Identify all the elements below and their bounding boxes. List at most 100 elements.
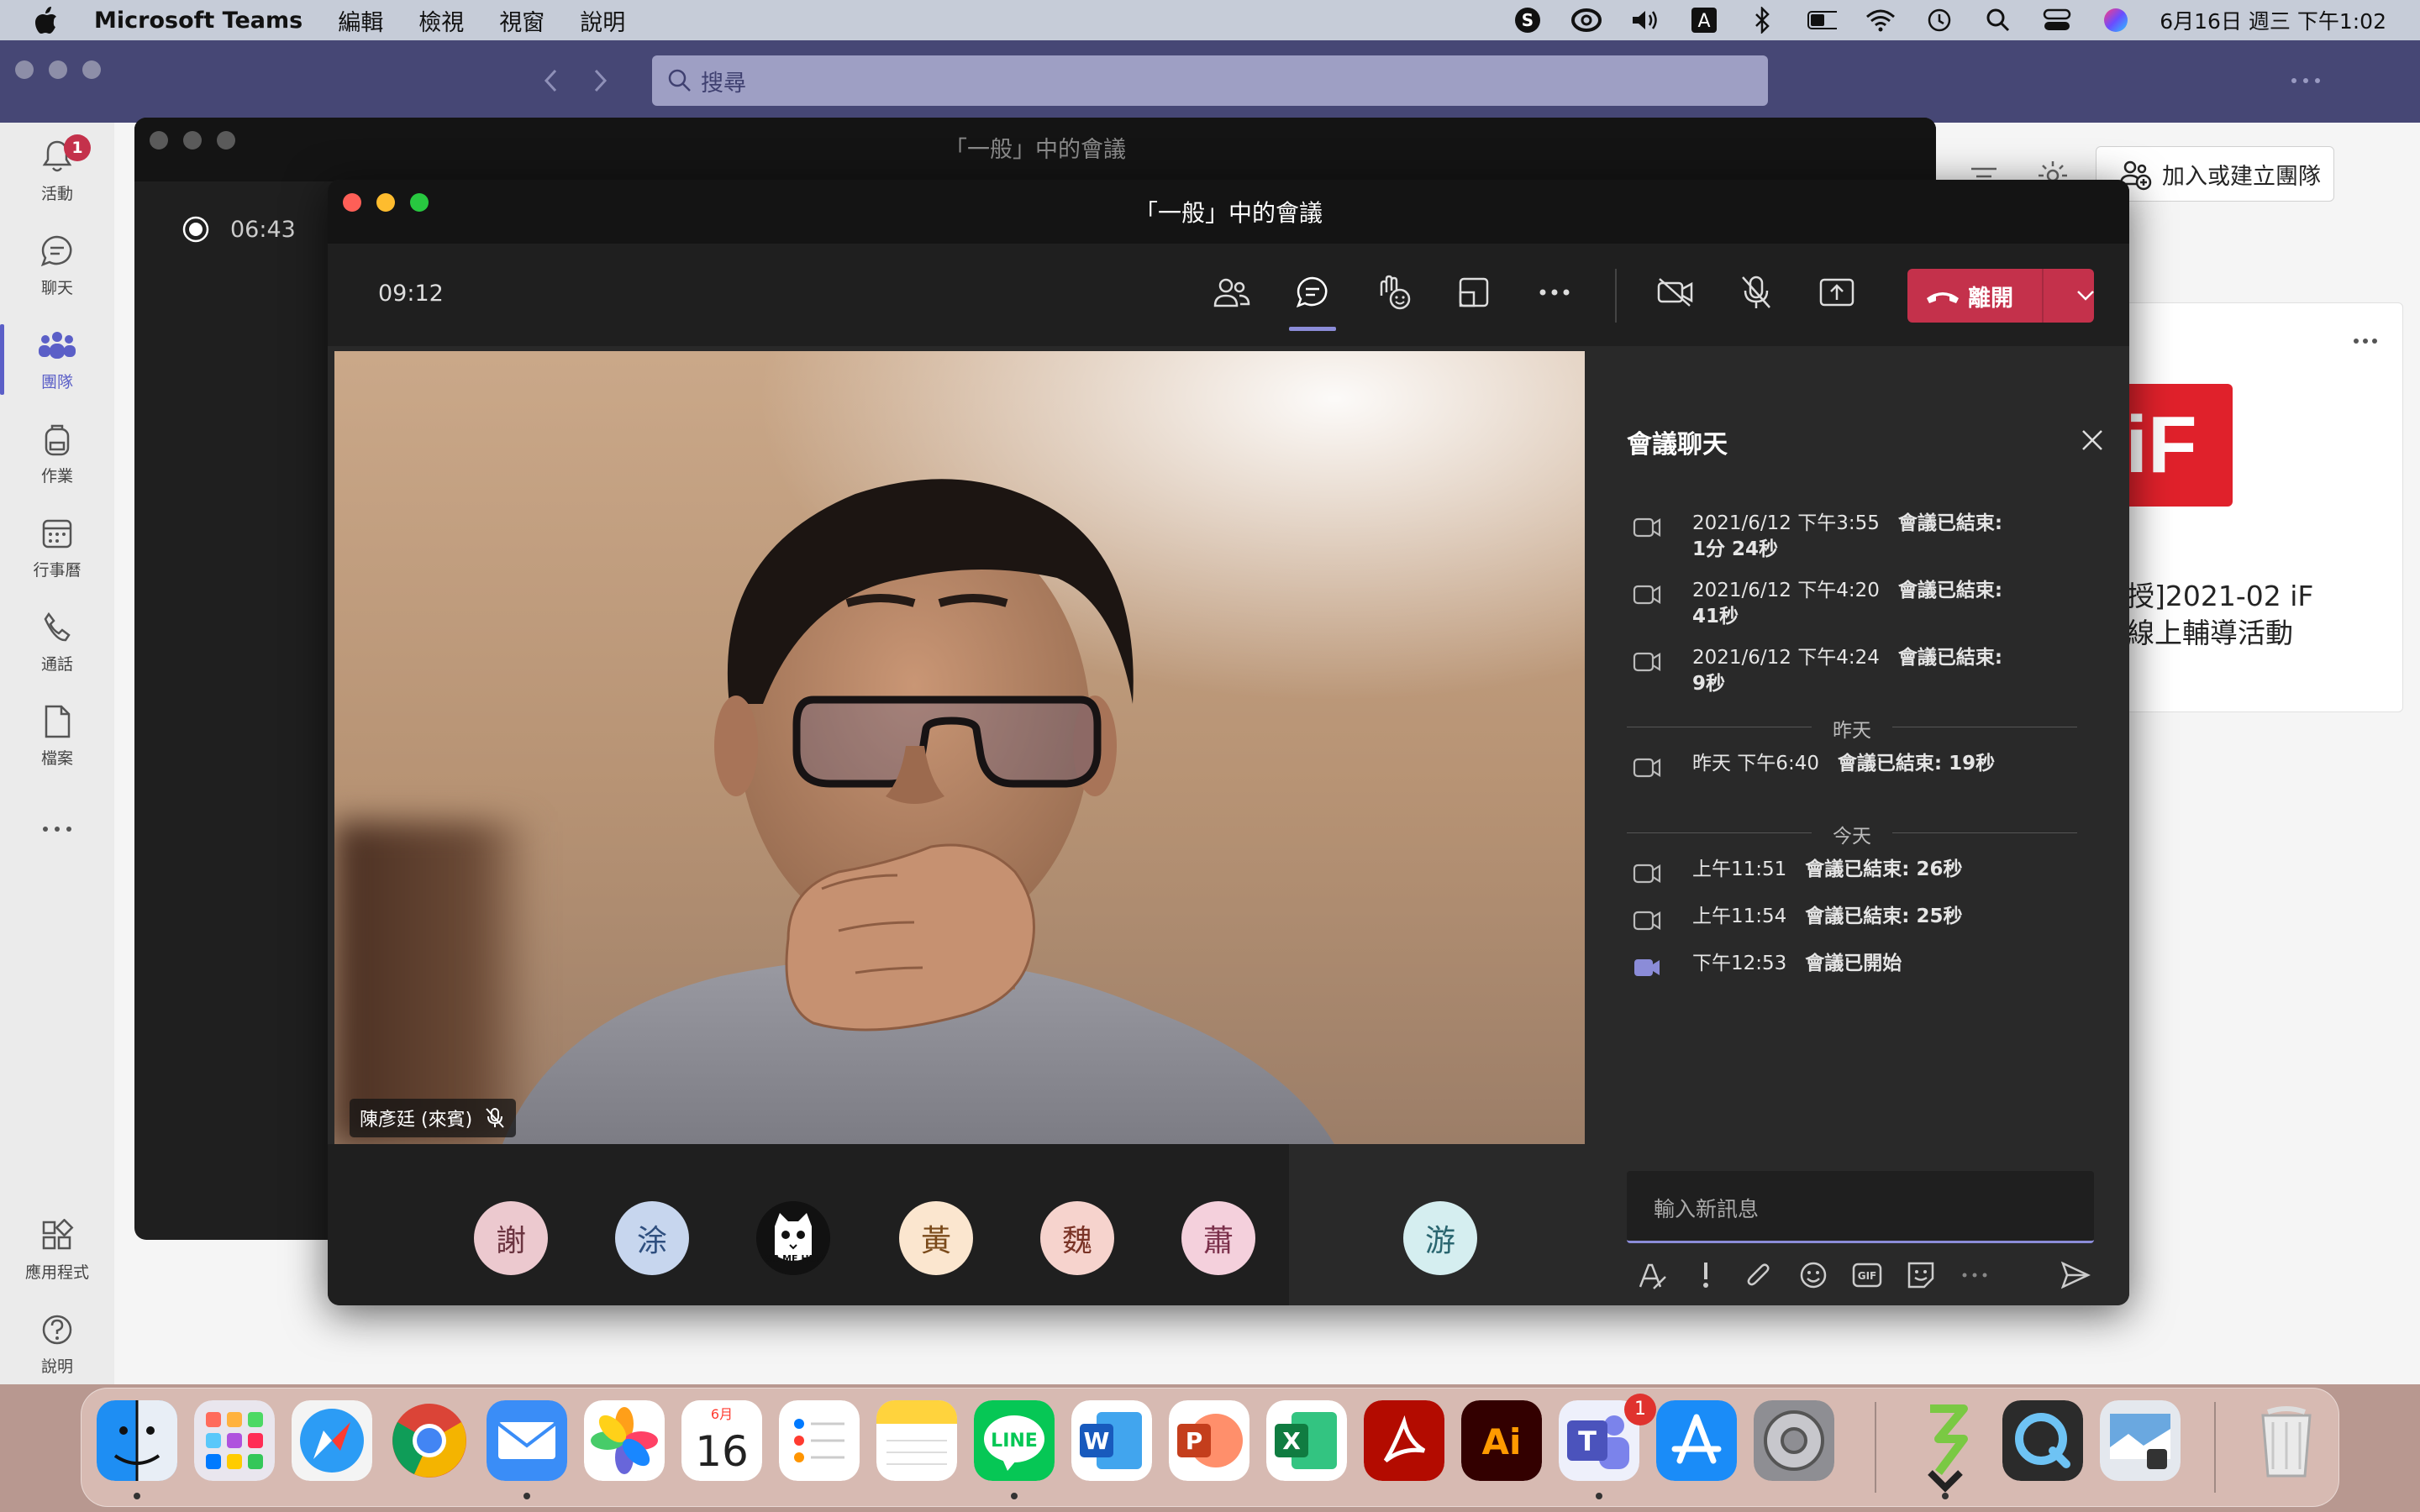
chat-event: 上午11:54 會議已結束: 25秒 [1630, 904, 2101, 937]
apple-icon[interactable] [32, 6, 60, 34]
team-card[interactable]: iF 授]2021-02 iF 線上輔導活動 [2118, 302, 2403, 712]
dock-launchpad-icon[interactable] [194, 1400, 275, 1481]
menu-view[interactable]: 檢視 [418, 4, 464, 37]
rail-more[interactable] [0, 803, 114, 853]
participant-avatar[interactable]: 涂 [615, 1201, 689, 1275]
dock-notes-icon[interactable] [876, 1400, 957, 1481]
chevron-down-icon[interactable] [2069, 279, 2102, 312]
chat-title: 會議聊天 [1627, 430, 1728, 459]
rail-item-files[interactable]: 檔案 [0, 696, 114, 780]
rail-item-apps[interactable]: 應用程式 [0, 1210, 114, 1294]
participant-avatar[interactable]: 黃 [899, 1201, 973, 1275]
battery-icon[interactable] [1807, 5, 1838, 35]
dock-system-preferences-icon[interactable] [1754, 1400, 1834, 1481]
menu-help[interactable]: 說明 [580, 4, 625, 37]
dock-separator [1875, 1402, 1876, 1493]
control-center-icon[interactable] [2042, 5, 2072, 35]
rail-label: 作業 [40, 467, 73, 486]
minimize-window-button[interactable] [49, 60, 67, 79]
gif-icon[interactable]: GIF [1850, 1258, 1884, 1292]
reactions-icon[interactable] [1366, 265, 1420, 319]
rail-item-activity[interactable]: 1 活動 [0, 131, 114, 215]
dock-mail-icon[interactable] [487, 1400, 567, 1481]
rail-item-help[interactable]: 說明 [0, 1304, 114, 1388]
rail-item-assignments[interactable]: 作業 [0, 413, 114, 497]
menu-edit[interactable]: 編輯 [338, 4, 383, 37]
close-window-button[interactable] [15, 60, 34, 79]
important-icon[interactable] [1689, 1258, 1723, 1292]
participants-icon[interactable] [1205, 265, 1259, 319]
svg-text:P: P [1186, 1427, 1203, 1455]
dock-safari-icon[interactable] [292, 1400, 372, 1481]
participant-avatar[interactable]: 魏 [1040, 1201, 1114, 1275]
attach-icon[interactable] [1743, 1258, 1776, 1292]
rail-item-teams[interactable]: 團隊 [0, 319, 114, 403]
dock-reminders-icon[interactable] [779, 1400, 860, 1481]
search-bar[interactable]: 搜尋 [652, 55, 1768, 106]
emoji-icon[interactable] [1797, 1258, 1830, 1292]
time-machine-icon[interactable] [1924, 5, 1954, 35]
dock-acrobat-icon[interactable] [1364, 1400, 1444, 1481]
more-actions-icon[interactable] [1528, 265, 1581, 319]
close-icon[interactable] [2077, 425, 2107, 455]
dock-word-icon[interactable]: W [1071, 1400, 1152, 1481]
event-status: 會議已結束: 25秒 [1805, 906, 1963, 927]
dock-finder-icon[interactable] [97, 1400, 177, 1481]
window-title-bar: 「一般」中的會議 [134, 118, 1936, 181]
dock-excel-icon[interactable]: X [1266, 1400, 1347, 1481]
dock-calendar-icon[interactable]: 6月 16 [681, 1400, 762, 1481]
message-input[interactable]: 輸入新訊息 [1627, 1171, 2094, 1243]
back-arrow-icon[interactable] [538, 66, 563, 96]
chat-event: 昨天 下午6:40 會議已結束: 19秒 [1630, 751, 2101, 785]
camera-off-icon[interactable] [1649, 265, 1702, 319]
sticker-icon[interactable] [1904, 1258, 1938, 1292]
dock-photos-icon[interactable] [584, 1400, 665, 1481]
send-icon[interactable] [2059, 1258, 2092, 1292]
chat-icon [38, 230, 76, 272]
volume-icon[interactable] [1630, 5, 1660, 35]
more-options-icon[interactable] [2286, 64, 2326, 97]
menu-clock[interactable]: 6月16日 週三 下午1:02 [2160, 5, 2386, 35]
input-method-icon[interactable]: A [1689, 5, 1719, 35]
window-title-bar: 「一般」中的會議 [328, 180, 2129, 244]
dock-preview-icon[interactable] [2100, 1400, 2181, 1481]
dock-app-store-icon[interactable] [1656, 1400, 1737, 1481]
card-more-icon[interactable] [2349, 328, 2382, 354]
participant-avatar[interactable]: 謝 [474, 1201, 548, 1275]
svg-text:S: S [1522, 10, 1534, 30]
rail-item-calls[interactable]: 通話 [0, 601, 114, 685]
siri-icon[interactable] [2101, 5, 2131, 35]
dock-chrome-icon[interactable] [389, 1400, 470, 1481]
dock-quicktime-icon[interactable] [2002, 1400, 2083, 1481]
skype-icon[interactable]: S [1512, 5, 1543, 35]
participant-avatar[interactable]: 游 [1403, 1201, 1477, 1275]
forward-arrow-icon[interactable] [588, 66, 613, 96]
more-icon[interactable] [1958, 1258, 1991, 1292]
participant-avatar[interactable]: 蕭 [1181, 1201, 1255, 1275]
meeting-ended-icon [1630, 751, 1664, 785]
dock-running-indicator [134, 1493, 140, 1499]
mic-off-icon[interactable] [1729, 265, 1783, 319]
rail-item-chat[interactable]: 聊天 [0, 225, 114, 309]
participant-avatar-image[interactable]: PRESS ME HUMAN [756, 1201, 830, 1275]
dock-line-icon[interactable]: LINE [974, 1400, 1055, 1481]
dock-powerpoint-icon[interactable]: P [1169, 1400, 1249, 1481]
creative-cloud-icon[interactable] [1571, 5, 1602, 35]
leave-button[interactable]: 離開 [1907, 269, 2094, 323]
wifi-icon[interactable] [1865, 5, 1896, 35]
dock-trash-icon[interactable] [2246, 1400, 2327, 1481]
room-view-icon[interactable] [1447, 265, 1501, 319]
format-icon[interactable] [1635, 1258, 1669, 1292]
bluetooth-icon[interactable] [1748, 5, 1778, 35]
menu-window[interactable]: 視窗 [499, 4, 544, 37]
rail-item-calendar[interactable]: 行事曆 [0, 507, 114, 591]
dock-illustrator-icon[interactable]: Ai [1461, 1400, 1542, 1481]
chat-event: 2021/6/12 下午4:20 會議已結束: 41秒 [1630, 578, 2101, 630]
app-menu[interactable]: Microsoft Teams [94, 8, 302, 34]
join-or-create-team-button[interactable]: 加入或建立團隊 [2096, 146, 2334, 202]
meeting-chat-icon[interactable] [1286, 265, 1339, 331]
spotlight-icon[interactable] [1983, 5, 2013, 35]
dock-scrivener-icon[interactable] [1905, 1400, 1986, 1493]
zoom-window-button[interactable] [82, 60, 101, 79]
share-screen-icon[interactable] [1810, 265, 1864, 319]
